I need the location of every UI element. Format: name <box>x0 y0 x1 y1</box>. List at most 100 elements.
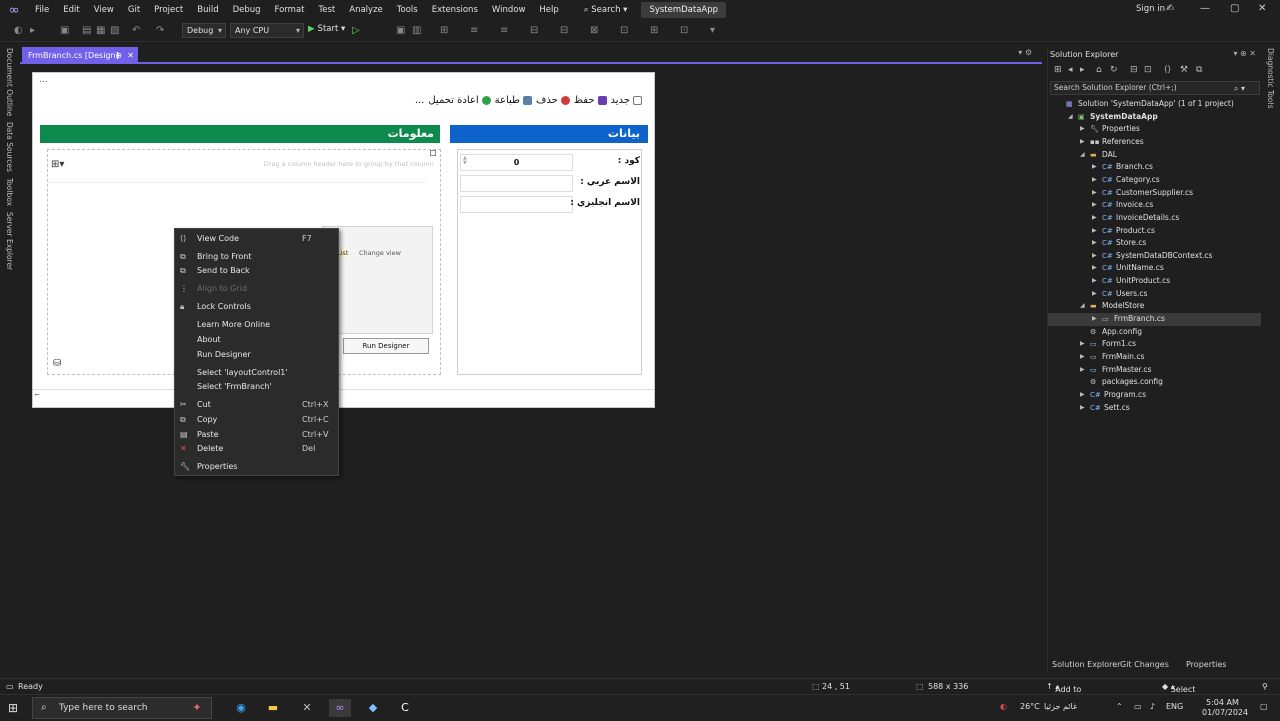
terminal-app-icon[interactable]: C <box>394 699 416 717</box>
expanded-arrow-icon[interactable]: ◢ <box>1068 111 1073 124</box>
collapsed-arrow-icon[interactable]: ▶ <box>1080 402 1085 415</box>
data-sources-tab[interactable]: Data Sources <box>5 122 14 172</box>
tab-git-changes[interactable]: Git Changes <box>1120 660 1169 669</box>
tree-item[interactable]: ▶ C# Program.cs <box>1048 389 1261 402</box>
menu-edit[interactable]: Edit <box>56 0 86 20</box>
visual-studio-logo-icon[interactable]: ∞ <box>0 3 28 18</box>
menu-extensions[interactable]: Extensions <box>425 0 485 20</box>
collapsed-arrow-icon[interactable]: ▶ <box>1092 212 1097 225</box>
taskbar-search-input[interactable]: ⌕ Type here to search <box>32 697 212 719</box>
save-form-button[interactable]: حفظ <box>574 95 607 106</box>
expanded-arrow-icon[interactable]: ◢ <box>1080 300 1085 313</box>
ctx-item-learn-more-online[interactable]: Learn More Online <box>175 318 338 332</box>
grid-smart-tag[interactable] <box>430 150 436 156</box>
forward-icon[interactable]: ▸ <box>1080 65 1085 75</box>
feedback-icon[interactable]: ✍ <box>1166 3 1174 14</box>
align-icon[interactable]: ⊟ <box>560 25 568 36</box>
clock-date[interactable]: 01/07/2024 <box>1202 708 1248 717</box>
ctx-item-cut[interactable]: ✂ Cut Ctrl+X <box>175 398 338 412</box>
ctx-item-select-frmbranch[interactable]: Select 'FrmBranch' <box>175 380 338 394</box>
menu-analyze[interactable]: Analyze <box>342 0 390 20</box>
solution-explorer-search-input[interactable]: Search Solution Explorer (Ctrl+;) ⌕ ▾ <box>1050 81 1260 95</box>
tree-item[interactable]: ▶ ▭ FrmMaster.cs <box>1048 364 1261 377</box>
refresh-icon[interactable]: ↻ <box>1110 65 1118 75</box>
nav-back-icon[interactable]: ◐ <box>14 25 23 36</box>
toolbar-tool-icon[interactable]: ▥ <box>412 25 421 36</box>
tree-item[interactable]: ▶ C# Users.cs <box>1048 288 1261 301</box>
new-project-icon[interactable]: ▣ <box>60 25 69 36</box>
ctx-item-bring-to-front[interactable]: ⧉ Bring to Front <box>175 250 338 264</box>
preview-icon[interactable]: ⧉ <box>1196 65 1202 75</box>
print-button[interactable]: طباعة <box>495 95 532 106</box>
back-icon[interactable]: ◂ <box>1068 65 1073 75</box>
collapsed-arrow-icon[interactable]: ▶ <box>1092 187 1097 200</box>
redo-icon[interactable]: ↷ <box>156 25 164 36</box>
edge-icon[interactable]: ◉ <box>230 699 252 717</box>
start-button[interactable]: ▶ Start ▾ <box>308 24 345 34</box>
database-icon[interactable]: ⛁ <box>53 358 61 369</box>
file-explorer-icon[interactable]: ▬ <box>262 699 284 717</box>
notifications-icon[interactable]: ⚲ <box>1262 682 1268 691</box>
menu-window[interactable]: Window <box>485 0 533 20</box>
collapsed-arrow-icon[interactable]: ▶ <box>1092 174 1097 187</box>
sign-in-link[interactable]: Sign in <box>1136 4 1165 14</box>
network-icon[interactable]: ▭ <box>1134 702 1142 711</box>
collapsed-arrow-icon[interactable]: ▶ <box>1080 351 1085 364</box>
visual-studio-taskbar-icon[interactable]: ∞ <box>329 699 351 717</box>
collapsed-arrow-icon[interactable]: ▶ <box>1092 250 1097 263</box>
taskbar-widget-icon[interactable]: ✦ <box>186 699 208 717</box>
tab-dropdown-icon[interactable]: ▾ ⚙ <box>1018 48 1032 57</box>
collapsed-arrow-icon[interactable]: ▶ <box>1092 225 1097 238</box>
save-icon[interactable]: ▦ <box>96 25 105 36</box>
close-window-icon[interactable]: ✕ <box>1258 3 1266 14</box>
collapsed-arrow-icon[interactable]: ▶ <box>1092 313 1097 326</box>
language-indicator[interactable]: ENG <box>1166 702 1183 711</box>
ctx-item-copy[interactable]: ⧉ Copy Ctrl+C <box>175 413 338 427</box>
run-designer-button[interactable]: Run Designer <box>343 338 429 354</box>
start-without-debug-icon[interactable]: ▷ <box>352 25 360 36</box>
grid-move-icon[interactable]: ⊞▾ <box>51 159 71 171</box>
tab-solution-explorer[interactable]: Solution Explorer <box>1052 660 1120 669</box>
properties-icon[interactable]: ⚒ <box>1180 65 1188 75</box>
tree-item[interactable]: ▶ C# CustomerSupplier.cs <box>1048 187 1261 200</box>
align-icon[interactable]: ⊠ <box>590 25 598 36</box>
document-outline-tab[interactable]: Document Outline <box>5 48 14 116</box>
ctx-item-delete[interactable]: ✕ Delete Del <box>175 442 338 456</box>
collapsed-arrow-icon[interactable]: ▶ <box>1092 275 1097 288</box>
app-taskbar-icon[interactable]: ◆ <box>362 699 384 717</box>
ctx-item-view-code[interactable]: ⟨⟩ View Code F7 <box>175 232 338 246</box>
show-all-icon[interactable]: ⊡ <box>1144 65 1152 75</box>
tree-item[interactable]: ▶ C# Sett.cs <box>1048 402 1261 415</box>
toolbar-overflow-icon[interactable]: ▾ <box>710 25 715 36</box>
close-icon[interactable]: ✕ <box>127 47 134 64</box>
home-icon[interactable]: ⌂ <box>1096 65 1102 75</box>
menu-view[interactable]: View <box>87 0 121 20</box>
tree-item[interactable]: ▶ C# Branch.cs <box>1048 161 1261 174</box>
collapsed-arrow-icon[interactable]: ▶ <box>1080 364 1085 377</box>
reload-button[interactable]: اعادة تحميل <box>428 95 491 106</box>
nav-forward-icon[interactable]: ▸ <box>30 25 35 36</box>
menu-tools[interactable]: Tools <box>390 0 425 20</box>
tree-item[interactable]: ⚙ packages.config <box>1048 376 1261 389</box>
tree-item[interactable]: ▶ 🔧︎ Properties <box>1048 123 1261 136</box>
panel-controls-icon[interactable]: ▾ ⊕ ✕ <box>1233 49 1256 58</box>
collapsed-arrow-icon[interactable]: ▶ <box>1080 123 1085 136</box>
pin-icon[interactable]: ⊕ <box>115 47 122 64</box>
tree-item[interactable]: ▶ C# SystemDataDBContext.cs <box>1048 250 1261 263</box>
search-icon[interactable]: ⌕ ▾ <box>1234 83 1245 95</box>
collapse-all-icon[interactable]: ⊟ <box>1130 65 1138 75</box>
expanded-arrow-icon[interactable]: ◢ <box>1080 149 1085 162</box>
diagnostic-tools-tab[interactable]: Diagnostic Tools <box>1266 48 1275 108</box>
server-explorer-tab[interactable]: Server Explorer <box>5 212 14 270</box>
align-icon[interactable]: ≡ <box>500 25 508 36</box>
clock-time[interactable]: 5:04 AM <box>1206 698 1239 707</box>
ctx-item-select-layoutcontrol1[interactable]: Select 'layoutControl1' <box>175 366 338 380</box>
save-all-icon[interactable]: ▧ <box>110 25 119 36</box>
ctx-item-send-to-back[interactable]: ⧉ Send to Back <box>175 264 338 278</box>
ctx-item-run-designer[interactable]: Run Designer <box>175 348 338 362</box>
tree-item[interactable]: ▶ C# Product.cs <box>1048 225 1261 238</box>
align-icon[interactable]: ⊟ <box>530 25 538 36</box>
collapsed-arrow-icon[interactable]: ▶ <box>1092 288 1097 301</box>
tab-properties[interactable]: Properties <box>1186 660 1226 669</box>
tree-item[interactable]: ▶ ▭ FrmBranch.cs <box>1048 313 1261 326</box>
